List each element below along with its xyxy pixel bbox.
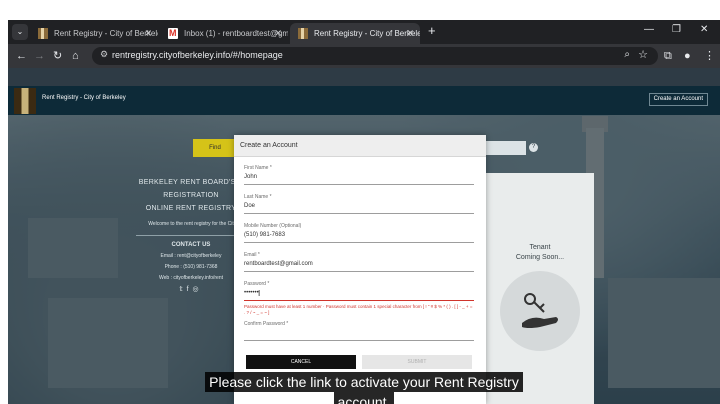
help-icon[interactable]: ? xyxy=(529,143,538,152)
site-header: Rent Registry - City of Berkeley Create … xyxy=(8,86,720,115)
field-label: Password * xyxy=(244,281,270,287)
screen: ⌄ Rent Registry - City of Berkeley ✕ Inb… xyxy=(0,0,720,404)
gmail-icon xyxy=(168,23,178,44)
tenant-card[interactable]: Tenant Coming Soon... xyxy=(486,173,594,404)
video-caption-line-2: account. xyxy=(8,392,720,404)
twitter-icon[interactable]: 𝕥 xyxy=(179,286,186,293)
heading-line: ONLINE RENT REGISTRY xyxy=(145,205,237,212)
extensions-icon[interactable]: ⧉ xyxy=(664,48,672,64)
video-caption-line-1: Please click the link to activate your R… xyxy=(8,372,720,392)
create-account-button[interactable]: Create an Account xyxy=(648,93,708,106)
back-icon[interactable]: ← xyxy=(16,48,27,64)
mobile-number-field[interactable]: Mobile Number (Optional) (510) 981-7683 xyxy=(244,223,474,243)
confirm-password-field[interactable]: Confirm Password * xyxy=(244,321,474,341)
profile-icon[interactable]: ● xyxy=(684,48,691,64)
first-name-field[interactable]: First Name * John xyxy=(244,165,474,185)
tab-search-button[interactable]: ⌄ xyxy=(12,24,28,40)
zoom-icon[interactable]: ⌕ xyxy=(624,49,630,60)
tab-strip: ⌄ Rent Registry - City of Berkeley ✕ Inb… xyxy=(8,20,720,44)
site-title: Rent Registry - City of Berkeley xyxy=(42,95,126,101)
contact-heading: CONTACT US xyxy=(171,242,211,248)
search-input[interactable] xyxy=(484,141,526,155)
close-tab-icon[interactable]: ✕ xyxy=(144,23,152,44)
tab-rent-registry-active[interactable]: Rent Registry - City of Berkeley ✕ xyxy=(290,23,420,44)
modal-title: Create an Account xyxy=(234,135,486,157)
close-window-icon[interactable]: ✕ xyxy=(700,24,708,35)
field-value[interactable] xyxy=(244,330,474,338)
tab-gmail-inbox[interactable]: Inbox (1) - rentboardtest@gmail ✕ xyxy=(160,23,288,44)
bookmark-star-icon[interactable]: ☆ xyxy=(638,48,648,61)
url-text[interactable]: rentregistry.cityofberkeley.info/#/homep… xyxy=(112,50,283,60)
field-underline xyxy=(244,213,474,214)
tab-title: Inbox (1) - rentboardtest@gmail xyxy=(184,29,288,38)
welcome-text: Welcome to the rent registry for the Cit xyxy=(148,221,234,227)
field-label: Email * xyxy=(244,252,260,258)
site-info-icon[interactable]: ⚙ xyxy=(100,49,108,60)
divider xyxy=(136,235,246,236)
contact-email[interactable]: Email : rent@cityofberkeley xyxy=(136,253,246,259)
instagram-icon[interactable]: ◎ xyxy=(193,286,203,293)
contact-phone: Phone : (510) 981-7368 xyxy=(164,264,218,270)
caption-text: Please click the link to activate your R… xyxy=(205,372,523,392)
email-field[interactable]: Email * rentboardtest@gmail.com xyxy=(244,252,474,272)
field-underline xyxy=(244,271,474,272)
heading-line: BERKELEY RENT BOARD'S C xyxy=(138,179,244,186)
field-value[interactable]: Doe xyxy=(244,203,474,211)
caption-text: account. xyxy=(333,392,395,404)
tenant-label: Tenant xyxy=(529,244,551,251)
left-info-panel: BERKELEY RENT BOARD'S C REGISTRATION ONL… xyxy=(136,176,246,293)
new-tab-icon[interactable]: + xyxy=(428,23,436,39)
rent-registry-favicon-icon xyxy=(298,28,308,39)
close-tab-icon[interactable]: ✕ xyxy=(274,23,282,44)
last-name-field[interactable]: Last Name * Doe xyxy=(244,194,474,214)
tenant-card-title: Tenant Coming Soon... xyxy=(486,243,594,263)
key-hand-icon xyxy=(500,271,580,351)
field-label: Mobile Number (Optional) xyxy=(244,223,302,229)
home-icon[interactable]: ⌂ xyxy=(72,48,79,64)
forward-icon[interactable]: → xyxy=(34,48,45,64)
password-error-text: Password must have at least 1 number · P… xyxy=(244,304,473,315)
berkeley-logo xyxy=(14,88,36,114)
find-button[interactable]: Find xyxy=(193,139,237,157)
browser-toolbar: ← → ↻ ⌂ ⚙ rentregistry.cityofberkeley.in… xyxy=(8,44,720,68)
create-account-modal: Create an Account First Name * John Last… xyxy=(234,135,486,404)
field-label: First Name * xyxy=(244,165,272,171)
text-cursor-icon: I xyxy=(258,289,261,298)
contact-web[interactable]: Web : cityofberkeley.info/rent xyxy=(136,275,246,281)
tab-rent-registry-1[interactable]: Rent Registry - City of Berkeley ✕ xyxy=(30,23,158,44)
field-value[interactable]: rentboardtest@gmail.com xyxy=(244,261,474,269)
reload-icon[interactable]: ↻ xyxy=(53,48,62,64)
field-underline xyxy=(244,300,474,301)
tab-title: Rent Registry - City of Berkeley xyxy=(314,29,420,38)
submit-button[interactable]: SUBMIT xyxy=(362,355,472,369)
browser-window: ⌄ Rent Registry - City of Berkeley ✕ Inb… xyxy=(8,20,720,404)
rent-registry-favicon-icon xyxy=(38,28,48,39)
restore-icon[interactable]: ❐ xyxy=(672,24,681,35)
field-value[interactable]: John xyxy=(244,174,474,182)
field-underline xyxy=(244,242,474,243)
social-links: 𝕥f◎ xyxy=(136,285,246,293)
field-value[interactable]: (510) 981-7683 xyxy=(244,232,474,240)
web-page: Rent Registry - City of Berkeley Create … xyxy=(8,68,720,404)
field-underline xyxy=(244,184,474,185)
field-value[interactable]: ••••••• xyxy=(244,290,474,298)
field-label: Confirm Password * xyxy=(244,321,289,327)
coming-soon-label: Coming Soon... xyxy=(515,254,565,261)
minimize-icon[interactable]: — xyxy=(644,24,654,35)
close-tab-icon[interactable]: ✕ xyxy=(406,23,414,44)
heading-line: REGISTRATION xyxy=(163,192,219,199)
address-bar[interactable]: ⚙ rentregistry.cityofberkeley.info/#/hom… xyxy=(92,47,658,65)
cancel-button[interactable]: CANCEL xyxy=(246,355,356,369)
tab-title: Rent Registry - City of Berkeley xyxy=(54,29,158,38)
field-underline xyxy=(244,340,474,341)
password-field[interactable]: Password * ••••••• Password must have at… xyxy=(244,281,474,316)
field-label: Last Name * xyxy=(244,194,272,200)
menu-icon[interactable]: ⋮ xyxy=(704,48,715,64)
